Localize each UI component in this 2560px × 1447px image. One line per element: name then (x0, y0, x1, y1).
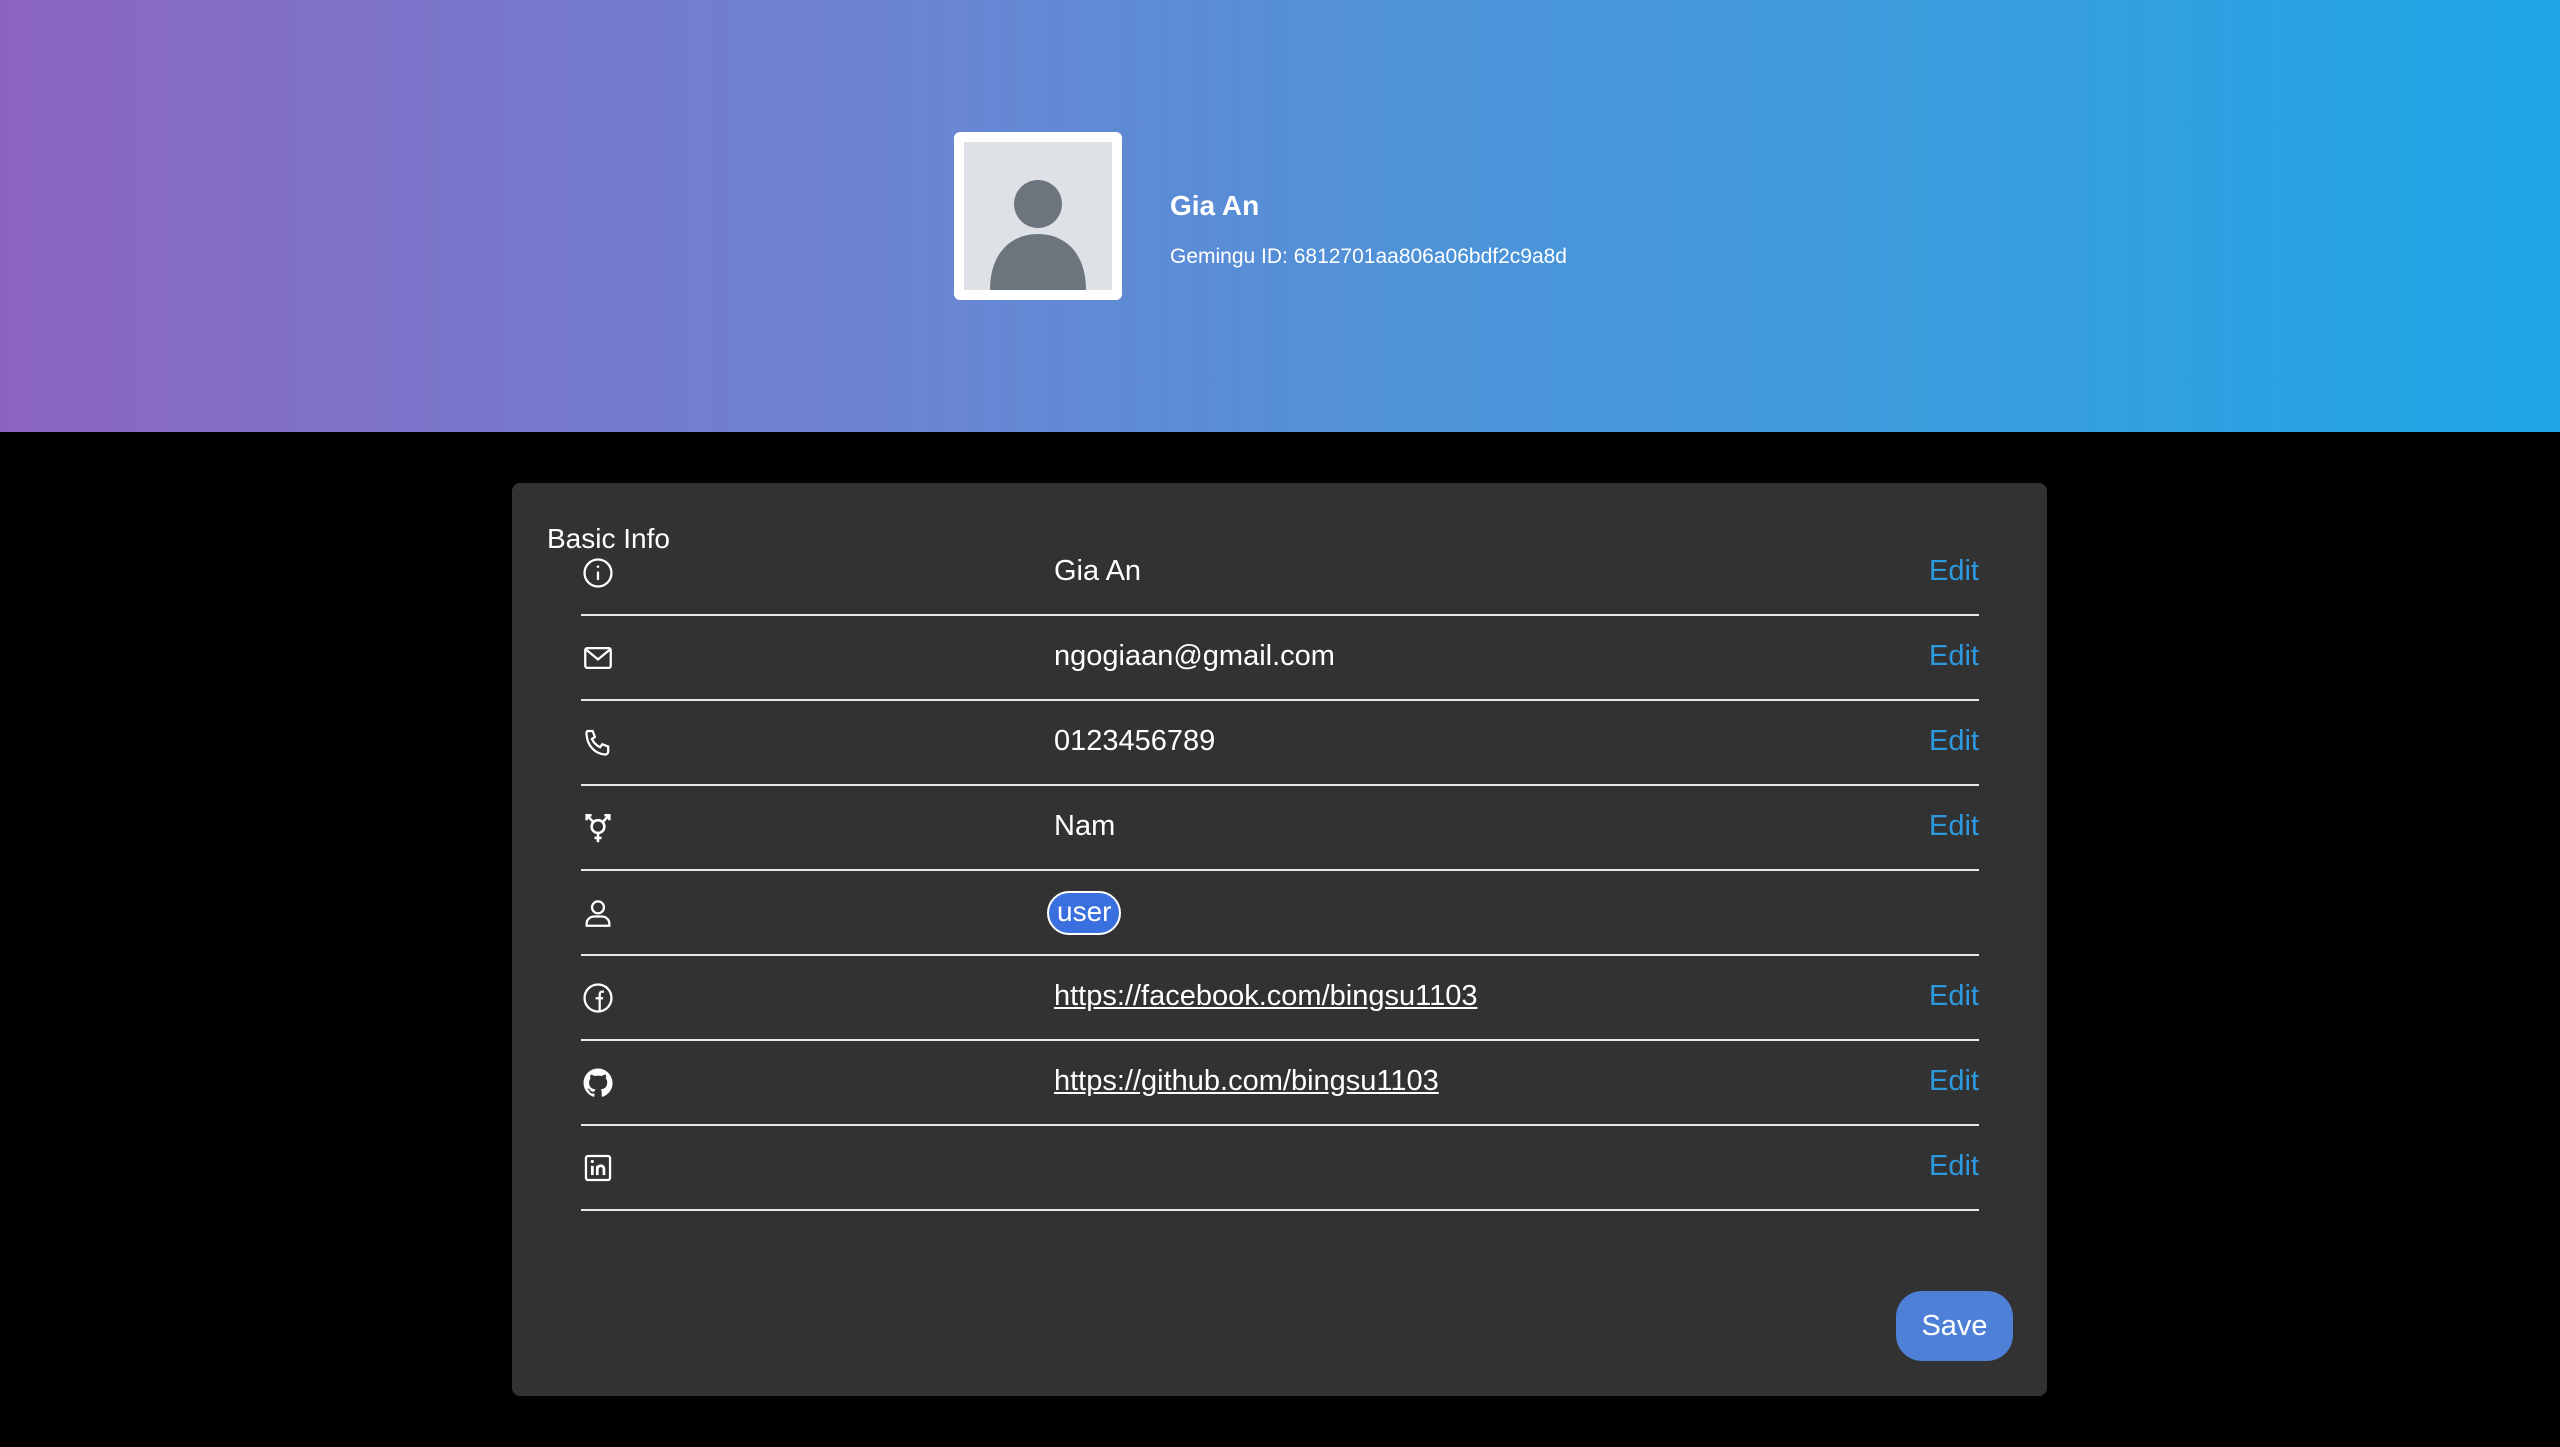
save-button[interactable]: Save (1896, 1291, 2013, 1361)
edit-gender-button[interactable]: Edit (1929, 810, 1979, 843)
info-row-name: Gia An Edit (581, 531, 1979, 616)
profile-banner: Gia An Gemingu ID: 6812701aa806a06bdf2c9… (0, 0, 2560, 432)
user-icon (581, 896, 615, 930)
profile-name: Gia An (1170, 190, 1260, 221)
edit-linkedin-button[interactable]: Edit (1929, 1150, 1979, 1183)
default-avatar-icon (964, 142, 1112, 290)
email-value: ngogiaan@gmail.com (1054, 640, 1335, 672)
facebook-icon (581, 981, 615, 1015)
github-link[interactable]: https://github.com/bingsu1103 (1054, 1065, 1439, 1098)
facebook-link[interactable]: https://facebook.com/bingsu1103 (1054, 980, 1477, 1013)
edit-phone-button[interactable]: Edit (1929, 725, 1979, 758)
name-value: Gia An (1054, 555, 1142, 587)
info-row-role: user (581, 871, 1979, 956)
avatar[interactable] (954, 132, 1122, 300)
gender-icon (581, 811, 615, 845)
role-badge: user (1047, 891, 1122, 935)
info-row-phone: 0123456789 Edit (581, 701, 1979, 786)
phone-icon (581, 726, 615, 760)
mail-icon (581, 641, 615, 675)
info-row-linkedin: Edit (581, 1126, 1979, 1211)
gender-value: Nam (1054, 810, 1116, 842)
github-icon (581, 1066, 615, 1100)
info-row-facebook: https://facebook.com/bingsu1103 Edit (581, 956, 1979, 1041)
edit-name-button[interactable]: Edit (1929, 555, 1979, 588)
info-icon (581, 556, 615, 590)
linkedin-icon (581, 1151, 615, 1185)
profile-id: Gemingu ID: 6812701aa806a06bdf2c9a8d (1170, 245, 1567, 268)
info-row-github: https://github.com/bingsu1103 Edit (581, 1041, 1979, 1126)
edit-email-button[interactable]: Edit (1929, 640, 1979, 673)
edit-facebook-button[interactable]: Edit (1929, 980, 1979, 1013)
basic-info-card: Basic Info Gia An Edit ngogiaan@gmail.co… (512, 483, 2047, 1396)
phone-value: 0123456789 (1054, 725, 1216, 757)
info-row-email: ngogiaan@gmail.com Edit (581, 616, 1979, 701)
edit-github-button[interactable]: Edit (1929, 1065, 1979, 1098)
info-row-gender: Nam Edit (581, 786, 1979, 871)
